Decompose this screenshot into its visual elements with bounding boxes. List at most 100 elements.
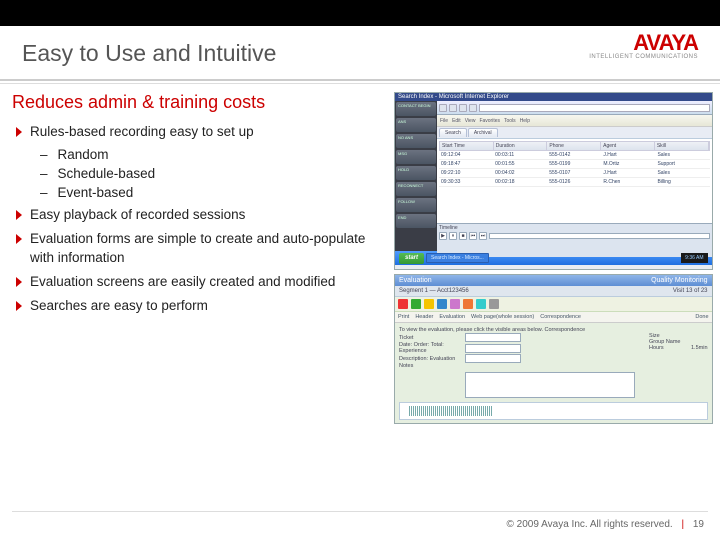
dash-icon: – [40,185,48,200]
tab-search[interactable]: Search [439,128,467,137]
stop-icon[interactable] [459,104,467,112]
bullet-arrow-icon [16,127,22,137]
accept-icon[interactable] [411,299,421,309]
divider [0,79,720,81]
visit-counter: Visit 13 of 23 [673,288,708,294]
sidebar-item[interactable]: NO ANS [396,134,436,148]
action-bar: Print Header Evaluation Web page(whole s… [395,312,712,323]
clock: 9:36 AM [681,253,707,263]
sub-bullet: –Schedule-based [40,166,388,181]
window-title: Search Index - Microsoft Internet Explor… [395,93,712,101]
menu-item[interactable]: Edit [452,118,461,124]
top-black-band [0,0,720,26]
app-bar: Evaluation Quality Monitoring [395,275,712,286]
form-field: Description: Evaluation [399,354,635,363]
field-label: Ticket [399,335,463,341]
column-header[interactable]: Skill [655,142,709,150]
select-input[interactable] [465,344,521,353]
column-header[interactable]: Phone [547,142,601,150]
table-header: Start Time Duration Phone Agent Skill [439,141,710,151]
question-group-header[interactable]: 1. Excellent Caller Experience [399,423,708,424]
action-evaluation[interactable]: Evaluation [439,314,465,320]
text-input[interactable] [465,333,521,342]
action-print[interactable]: Print [398,314,409,320]
bullet-text: Evaluation forms are simple to create an… [30,230,388,266]
screenshot-evaluation-form: Evaluation Quality Monitoring Segment 1 … [394,274,713,424]
column-header[interactable]: Start Time [440,142,494,150]
header: Easy to Use and Intuitive AVAYA INTELLIG… [0,26,720,75]
contact-sidebar: CONTACT BEGIN ANS NO ANS MSG HOLD RECONN… [395,101,437,251]
menu-item[interactable]: File [440,118,448,124]
field-label: Hours [649,345,689,351]
stop-icon[interactable]: ■ [459,232,467,240]
sidebar-item[interactable]: CONTACT BEGIN [396,102,436,116]
close-icon[interactable] [398,299,408,309]
sidebar-item[interactable]: MSG [396,150,436,164]
sidebar-item[interactable]: HOLD [396,166,436,180]
menu-item[interactable]: View [465,118,476,124]
section-heading: Reduces admin & training costs [12,92,388,113]
seek-slider[interactable] [489,233,710,239]
table-row[interactable]: 09:12:0400:03:11555-0142J.HartSales [439,151,710,160]
note-icon[interactable] [437,299,447,309]
bullet-item: Rules-based recording easy to set up [12,123,388,141]
bullet-item: Searches are easy to perform [12,297,388,315]
sidebar-item[interactable]: END [396,214,436,228]
taskbar-item[interactable]: Search Index - Micros... [426,253,489,263]
star-icon[interactable] [424,299,434,309]
column-header[interactable]: Agent [601,142,655,150]
bullet-item: Easy playback of recorded sessions [12,206,388,224]
prev-icon[interactable]: ⏮ [469,232,477,240]
forward-icon[interactable] [449,104,457,112]
action-webpage[interactable]: Web page(whole session) [471,314,534,320]
dash-icon: – [40,147,48,162]
sub-bullet: –Random [40,147,388,162]
pause-icon[interactable]: ⏸ [449,232,457,240]
back-icon[interactable] [439,104,447,112]
menu-item[interactable]: Tools [504,118,516,124]
waveform[interactable] [399,402,708,420]
table-row[interactable]: 09:30:3300:02:18555-0126R.ChenBilling [439,178,710,187]
form-field: Ticket [399,333,635,342]
column-header[interactable]: Duration [494,142,548,150]
tag-icon[interactable] [450,299,460,309]
tab-archival[interactable]: Archival [468,128,498,137]
action-correspondence[interactable]: Correspondence [540,314,581,320]
table-row[interactable]: 09:22:1000:04:02555-0107J.HartSales [439,169,710,178]
field-label: Description: Evaluation [399,356,463,362]
next-icon[interactable]: ⏭ [479,232,487,240]
menu-bar: File Edit View Favorites Tools Help [437,115,712,127]
bullet-text: Rules-based recording easy to set up [30,123,254,141]
action-header[interactable]: Header [415,314,433,320]
menu-item[interactable]: Help [520,118,530,124]
segment-bar: Segment 1 — Acct123456 Visit 13 of 23 [395,286,712,297]
notes-textarea[interactable] [465,372,635,398]
sidebar-item[interactable]: FOLLOW [396,198,436,212]
footer-divider [12,511,708,512]
refresh-icon[interactable] [469,104,477,112]
bullet-text: Easy playback of recorded sessions [30,206,245,224]
dash-icon: – [40,166,48,181]
bullet-arrow-icon [16,277,22,287]
address-input[interactable] [479,104,710,112]
table-row[interactable]: 09:18:4700:01:55555-0199M.OrtizSupport [439,160,710,169]
screenshot-search-app: Search Index - Microsoft Internet Explor… [394,92,713,270]
menu-item[interactable]: Favorites [479,118,500,124]
bullet-text: Searches are easy to perform [30,297,208,315]
action-done[interactable]: Done [695,314,708,320]
more-icon[interactable] [489,299,499,309]
start-button[interactable]: start [399,253,424,264]
results-pane: Start Time Duration Phone Agent Skill 09… [437,139,712,223]
sidebar-item[interactable]: ANS [396,118,436,132]
play-icon[interactable]: ▶ [439,232,447,240]
separator-icon: | [681,519,684,530]
select-input[interactable] [465,354,521,363]
field-value: 1.5min [691,345,708,351]
form-field: Notes [399,363,635,369]
flag-icon[interactable] [463,299,473,309]
sidebar-item[interactable]: RECONNECT [396,182,436,196]
bullet-item: Evaluation forms are simple to create an… [12,230,388,266]
link-icon[interactable] [476,299,486,309]
screenshot-column: Search Index - Microsoft Internet Explor… [394,92,713,424]
tab-bar: Search Archival [437,127,712,139]
